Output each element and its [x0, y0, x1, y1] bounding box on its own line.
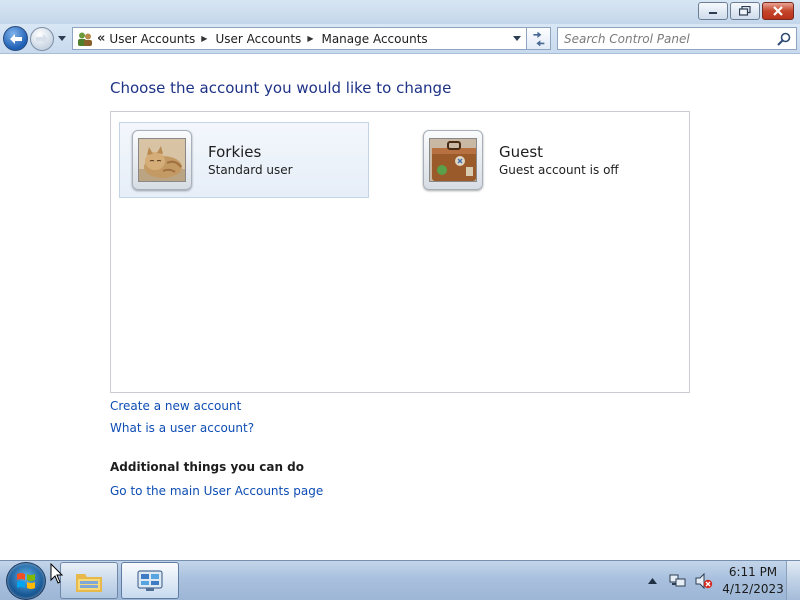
window-titlebar[interactable]: [0, 0, 800, 24]
breadcrumb-manage-accounts[interactable]: Manage Accounts: [321, 32, 427, 46]
volume-muted-icon: [695, 572, 713, 589]
windows-logo-icon: [17, 573, 35, 589]
clock[interactable]: 6:11 PM 4/12/2023: [720, 564, 786, 598]
account-name: Guest: [499, 142, 544, 161]
chevron-down-icon: [513, 36, 521, 41]
accounts-panel: Forkies Standard user Guest Guest accoun…: [110, 111, 690, 393]
breadcrumb-user-accounts[interactable]: User Accounts: [215, 32, 301, 46]
arrow-right-icon: [36, 34, 48, 44]
account-picture-frame: [423, 130, 483, 190]
user-accounts-icon: [75, 29, 95, 49]
explorer-icon: [76, 573, 102, 592]
caption-buttons: [698, 2, 794, 20]
page-title: Choose the account you would like to cha…: [110, 79, 452, 97]
show-hidden-icons-button[interactable]: [642, 571, 662, 591]
arrow-left-icon: [9, 33, 22, 44]
breadcrumb-separator-icon[interactable]: ▶: [201, 34, 207, 43]
suitcase-icon: [429, 138, 477, 182]
search-input[interactable]: [564, 29, 774, 49]
kitten-photo: [138, 138, 186, 182]
maximize-button[interactable]: [730, 2, 760, 20]
refresh-button[interactable]: [527, 27, 551, 50]
additional-things-heading: Additional things you can do: [110, 460, 305, 474]
account-type: Standard user: [208, 162, 293, 177]
taskbar-control-panel-button[interactable]: [121, 562, 179, 599]
account-tile-guest[interactable]: Guest Guest account is off: [411, 122, 661, 198]
address-bar[interactable]: « User Accounts ▶ User Accounts ▶ Manage…: [72, 27, 527, 50]
navigation-bar: « User Accounts ▶ User Accounts ▶ Manage…: [0, 24, 800, 54]
show-desktop-button[interactable]: [786, 561, 800, 600]
search-icon[interactable]: [776, 31, 792, 47]
account-name: Forkies: [208, 142, 262, 161]
taskbar-explorer-button[interactable]: [60, 562, 118, 599]
create-account-link[interactable]: Create a new account: [110, 399, 241, 413]
close-button[interactable]: [762, 2, 794, 20]
close-icon: [773, 6, 783, 16]
control-panel-icon: [137, 569, 163, 591]
main-user-accounts-link[interactable]: Go to the main User Accounts page: [110, 484, 323, 498]
account-info: Guest Guest account is off: [499, 143, 619, 178]
content-area: Choose the account you would like to cha…: [0, 55, 800, 560]
volume-button[interactable]: [694, 571, 714, 591]
chevron-down-icon: [58, 35, 66, 41]
recent-pages-button[interactable]: [57, 33, 67, 43]
account-info: Forkies Standard user: [208, 143, 293, 178]
chevron-up-icon: [647, 577, 657, 584]
back-button[interactable]: [3, 26, 28, 51]
account-type: Guest account is off: [499, 162, 619, 177]
breadcrumb-separator-icon[interactable]: ▶: [307, 34, 313, 43]
mouse-cursor-icon: [50, 563, 64, 584]
network-icon: [669, 574, 686, 586]
breadcrumb-overflow[interactable]: «: [97, 31, 105, 46]
what-is-user-account-link[interactable]: What is a user account?: [110, 421, 254, 435]
network-button[interactable]: [668, 571, 688, 591]
restore-icon: [739, 6, 751, 16]
breadcrumb-user-accounts-root[interactable]: User Accounts: [109, 32, 195, 46]
search-box[interactable]: [557, 27, 797, 50]
refresh-icon: [532, 31, 544, 46]
clock-date: 4/12/2023: [722, 581, 784, 596]
start-button[interactable]: [6, 562, 46, 600]
forward-button[interactable]: [30, 27, 54, 51]
notification-area: 6:11 PM 4/12/2023: [642, 561, 800, 600]
address-history-button[interactable]: [510, 31, 524, 46]
taskbar: 6:11 PM 4/12/2023: [0, 560, 800, 600]
minimize-icon: [709, 12, 717, 14]
account-tile-forkies[interactable]: Forkies Standard user: [119, 122, 369, 198]
account-picture-frame: [132, 130, 192, 190]
clock-time: 6:11 PM: [728, 564, 778, 579]
minimize-button[interactable]: [698, 2, 728, 20]
